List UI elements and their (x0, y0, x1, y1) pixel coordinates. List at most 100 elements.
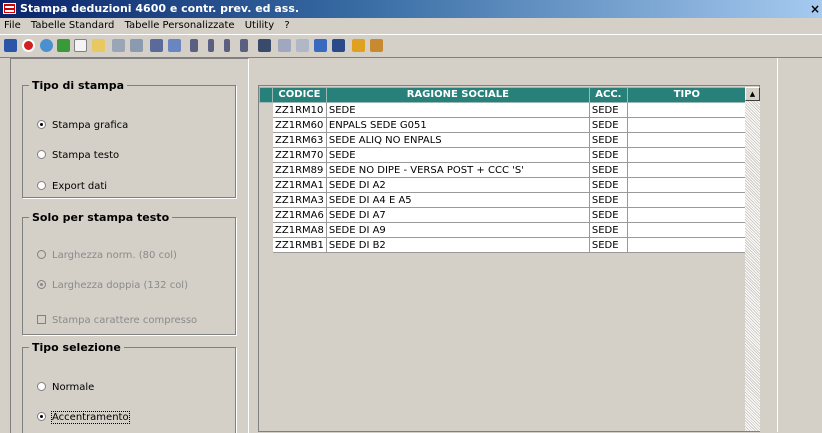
cell-ragione-sociale[interactable]: SEDE DI A2 (325, 177, 590, 193)
menu-tabelle-standard[interactable]: Tabelle Standard (28, 18, 117, 33)
cell-tipo[interactable] (626, 192, 747, 208)
row-selector[interactable] (259, 177, 273, 193)
grid-icon[interactable] (258, 39, 271, 52)
scroll-up-icon[interactable]: ▲ (745, 87, 760, 101)
home-icon[interactable] (352, 39, 365, 52)
cell-acc[interactable]: SEDE (588, 207, 628, 223)
cell-ragione-sociale[interactable]: SEDE (325, 102, 590, 118)
cell-codice[interactable]: ZZ1RM63 (272, 132, 327, 148)
cell-tipo[interactable] (626, 147, 747, 163)
column-header-tipo[interactable]: TIPO (626, 87, 747, 103)
cell-tipo[interactable] (626, 177, 747, 193)
sheet-icon[interactable] (296, 39, 309, 52)
column-header-ragione-sociale[interactable]: RAGIONE SOCIALE (325, 87, 590, 103)
menu-utility[interactable]: Utility (242, 18, 277, 33)
row-selector[interactable] (259, 222, 273, 238)
table-row[interactable]: ZZ1RMA6 SEDE DI A7 SEDE (259, 207, 747, 223)
cell-codice[interactable]: ZZ1RMA8 (272, 222, 327, 238)
cell-codice[interactable]: ZZ1RM60 (272, 117, 327, 133)
print-icon[interactable] (112, 39, 125, 52)
refresh-icon[interactable] (40, 39, 53, 52)
cell-tipo[interactable] (626, 117, 747, 133)
table-row[interactable]: ZZ1RMB1 SEDE DI B2 SEDE (259, 237, 747, 253)
table-row[interactable]: ZZ1RM10 SEDE SEDE (259, 102, 747, 118)
cancel-icon[interactable] (22, 39, 35, 52)
cell-acc[interactable]: SEDE (588, 117, 628, 133)
cell-tipo[interactable] (626, 132, 747, 148)
table-row[interactable]: ZZ1RMA8 SEDE DI A9 SEDE (259, 222, 747, 238)
cell-ragione-sociale[interactable]: SEDE DI B2 (325, 237, 590, 253)
cell-codice[interactable]: ZZ1RM70 (272, 147, 327, 163)
cell-acc[interactable]: SEDE (588, 222, 628, 238)
cell-ragione-sociale[interactable]: ENPALS SEDE G051 (325, 117, 590, 133)
cell-acc[interactable]: SEDE (588, 162, 628, 178)
cell-tipo[interactable] (626, 162, 747, 178)
cell-ragione-sociale[interactable]: SEDE DI A7 (325, 207, 590, 223)
cell-ragione-sociale[interactable]: SEDE DI A9 (325, 222, 590, 238)
radio-normale[interactable]: Normale (37, 382, 94, 394)
cell-tipo[interactable] (626, 222, 747, 238)
menu-tabelle-personalizzate[interactable]: Tabelle Personalizzate (122, 18, 238, 33)
export-icon[interactable] (57, 39, 70, 52)
radio-larghezza-doppia[interactable]: Larghezza doppia (132 col) (37, 280, 188, 292)
cell-codice[interactable]: ZZ1RMA1 (272, 177, 327, 193)
row-selector[interactable] (259, 207, 273, 223)
open-folder-icon[interactable] (92, 39, 105, 52)
prev-record-icon[interactable] (208, 39, 214, 52)
cell-ragione-sociale[interactable]: SEDE DI A4 E A5 (325, 192, 590, 208)
folder-icon[interactable] (168, 39, 181, 52)
radio-accentramento[interactable]: Accentramento (37, 411, 130, 424)
exit-icon[interactable] (370, 39, 383, 52)
row-selector[interactable] (259, 102, 273, 118)
close-icon[interactable]: × (810, 0, 820, 18)
print-preview-icon[interactable] (130, 39, 143, 52)
cell-codice[interactable]: ZZ1RMA6 (272, 207, 327, 223)
table-row[interactable]: ZZ1RMA3 SEDE DI A4 E A5 SEDE (259, 192, 747, 208)
table-row[interactable]: ZZ1RMA1 SEDE DI A2 SEDE (259, 177, 747, 193)
cell-tipo[interactable] (626, 102, 747, 118)
column-header-acc[interactable]: ACC. (588, 87, 628, 103)
row-selector[interactable] (259, 117, 273, 133)
cell-codice[interactable]: ZZ1RMB1 (272, 237, 327, 253)
menu-help[interactable]: ? (281, 18, 292, 33)
save-icon[interactable] (4, 39, 17, 52)
cell-ragione-sociale[interactable]: SEDE ALIQ NO ENPALS (325, 132, 590, 148)
cell-codice[interactable]: ZZ1RMA3 (272, 192, 327, 208)
vertical-scrollbar[interactable]: ▲ (745, 87, 760, 431)
row-selector[interactable] (259, 162, 273, 178)
table-row[interactable]: ZZ1RM63 SEDE ALIQ NO ENPALS SEDE (259, 132, 747, 148)
radio-export-dati[interactable]: Export dati (37, 181, 107, 193)
cell-tipo[interactable] (626, 237, 747, 253)
cell-codice[interactable]: ZZ1RM89 (272, 162, 327, 178)
cell-tipo[interactable] (626, 207, 747, 223)
cell-acc[interactable]: SEDE (588, 147, 628, 163)
radio-larghezza-norm[interactable]: Larghezza norm. (80 col) (37, 250, 177, 262)
next-record-icon[interactable] (224, 39, 230, 52)
first-record-icon[interactable] (190, 39, 198, 52)
menu-file[interactable]: File (1, 18, 24, 33)
checkbox-carattere-compresso[interactable]: Stampa carattere compresso (37, 315, 197, 327)
column-header-codice[interactable]: CODICE (272, 87, 327, 103)
row-selector[interactable] (259, 132, 273, 148)
calculator-icon[interactable] (278, 39, 291, 52)
chart-icon[interactable] (332, 39, 345, 52)
cell-acc[interactable]: SEDE (588, 192, 628, 208)
cell-ragione-sociale[interactable]: SEDE NO DIPE - VERSA POST + CCC 'S' (325, 162, 590, 178)
new-icon[interactable] (74, 39, 87, 52)
cell-acc[interactable]: SEDE (588, 177, 628, 193)
radio-stampa-grafica[interactable]: Stampa grafica (37, 120, 128, 132)
last-record-icon[interactable] (240, 39, 248, 52)
row-selector[interactable] (259, 147, 273, 163)
row-selector[interactable] (259, 237, 273, 253)
radio-stampa-testo[interactable]: Stampa testo (37, 150, 119, 162)
table-row[interactable]: ZZ1RM89 SEDE NO DIPE - VERSA POST + CCC '… (259, 162, 747, 178)
cell-acc[interactable]: SEDE (588, 132, 628, 148)
cell-acc[interactable]: SEDE (588, 237, 628, 253)
row-selector[interactable] (259, 192, 273, 208)
find-icon[interactable] (150, 39, 163, 52)
cell-ragione-sociale[interactable]: SEDE (325, 147, 590, 163)
document-icon[interactable] (314, 39, 327, 52)
cell-acc[interactable]: SEDE (588, 102, 628, 118)
cell-codice[interactable]: ZZ1RM10 (272, 102, 327, 118)
table-row[interactable]: ZZ1RM70 SEDE SEDE (259, 147, 747, 163)
